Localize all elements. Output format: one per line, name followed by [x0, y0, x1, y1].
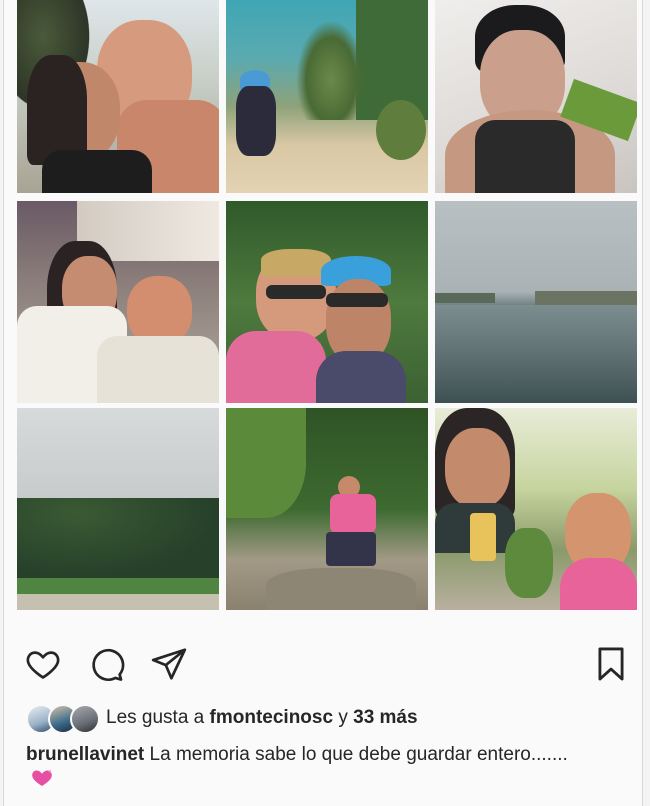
sparkling-heart-icon — [30, 768, 54, 796]
liker-avatars — [26, 704, 100, 734]
photo-couple-sunglasses[interactable] — [226, 201, 428, 403]
photo-lake[interactable] — [435, 201, 637, 403]
photo-couple-drinks[interactable] — [435, 408, 637, 610]
photo-man-jungle[interactable] — [226, 408, 428, 610]
photo-couple-indoors[interactable] — [17, 201, 219, 403]
caption-username[interactable]: brunellavinet — [26, 744, 144, 765]
caption-text: La memoria sabe lo que debe guardar ente… — [144, 744, 568, 765]
post-actions — [24, 645, 634, 683]
photo-garden-crouching[interactable] — [226, 0, 428, 193]
liker-username[interactable]: fmontecinosc — [210, 707, 334, 729]
likes-middle: y — [333, 707, 354, 728]
likes-count[interactable]: 33 más — [353, 707, 417, 729]
photo-garden-lawn[interactable] — [17, 408, 219, 610]
avatar[interactable] — [70, 704, 100, 734]
photo-couple-palms[interactable] — [17, 0, 219, 193]
likes-summary: Les gusta a fmontecinosc y 33 más — [26, 703, 418, 734]
bookmark-icon[interactable] — [592, 645, 630, 683]
photo-woman-selfie[interactable] — [435, 0, 637, 193]
post-caption: brunellavinet La memoria sabe lo que deb… — [26, 742, 586, 796]
post-frame: Les gusta a fmontecinosc y 33 más brunel… — [3, 0, 643, 806]
paper-plane-icon[interactable] — [150, 645, 188, 683]
photo-grid — [17, 0, 637, 612]
heart-outline-icon[interactable] — [24, 645, 62, 683]
comment-icon[interactable] — [87, 645, 125, 683]
likes-prefix: Les gusta a — [106, 707, 210, 728]
